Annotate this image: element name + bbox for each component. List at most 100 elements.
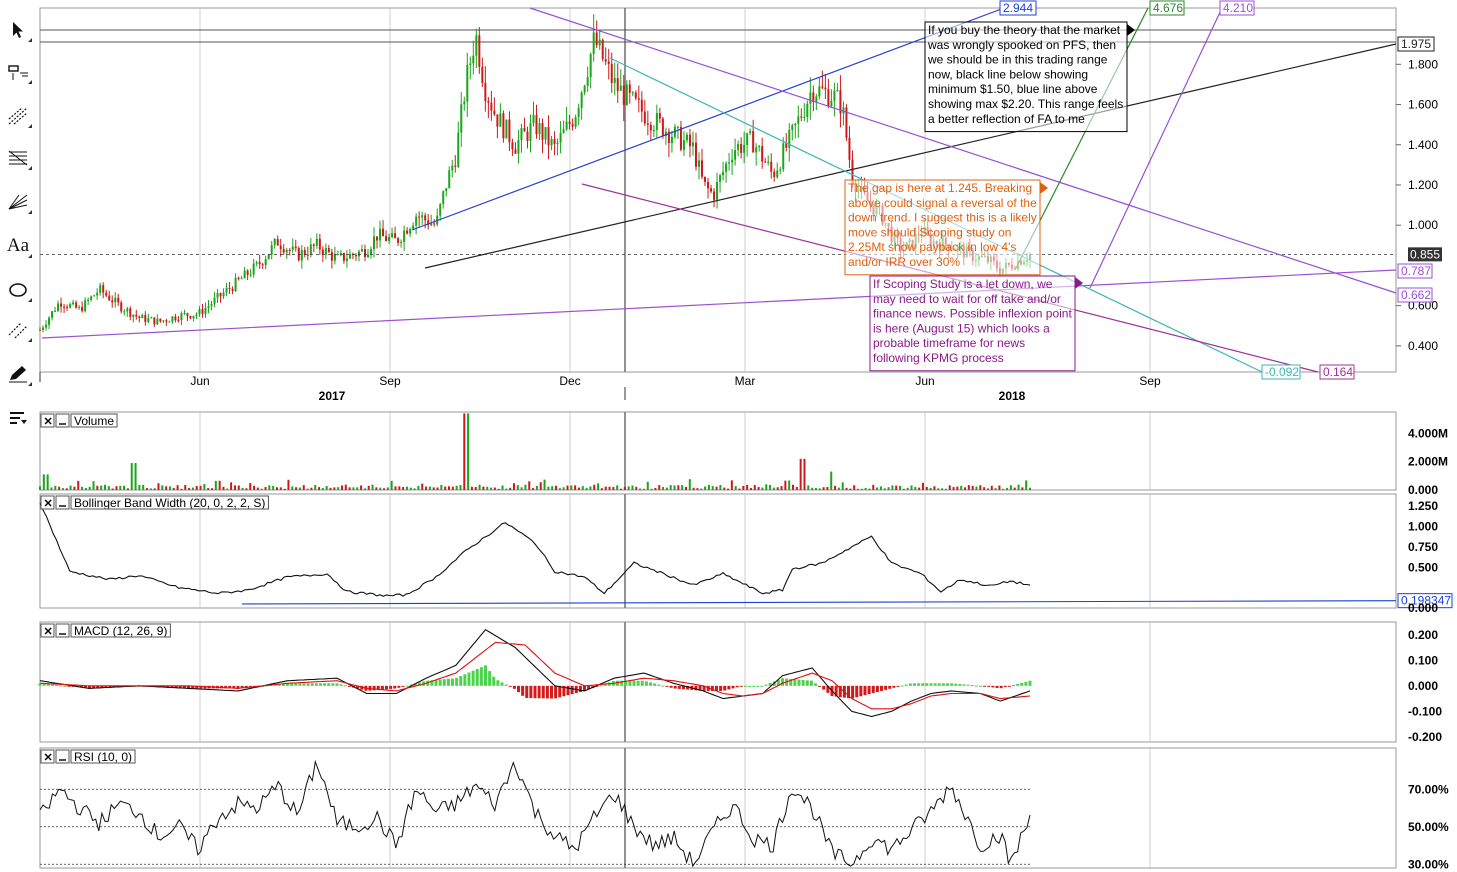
candle-body bbox=[640, 99, 643, 112]
price-tick-label: 1.400 bbox=[1408, 138, 1438, 152]
volume-bar bbox=[1021, 487, 1024, 490]
candle-body bbox=[397, 238, 400, 243]
candle-body bbox=[734, 150, 737, 160]
candle-body bbox=[613, 78, 616, 83]
macd-histogram-bar bbox=[735, 685, 739, 688]
candle-body bbox=[535, 114, 538, 135]
macd-histogram-bar bbox=[781, 678, 784, 686]
volume-bar bbox=[937, 488, 940, 490]
candle-body bbox=[243, 270, 246, 279]
volume-bar bbox=[142, 484, 145, 490]
candle-body bbox=[637, 98, 640, 100]
bbw-pane-minimize-button[interactable] bbox=[55, 495, 70, 510]
volume-bar bbox=[39, 486, 41, 490]
volume-bar bbox=[306, 488, 309, 490]
volume-bar bbox=[700, 488, 703, 490]
macd-histogram-bar bbox=[471, 670, 475, 686]
candle-body bbox=[619, 85, 622, 91]
bbw-tick-label: 1.000 bbox=[1408, 520, 1438, 534]
macd-histogram-bar bbox=[814, 683, 817, 686]
volume-bar bbox=[130, 463, 133, 490]
volume-bar bbox=[81, 486, 84, 490]
volume-bar bbox=[543, 479, 546, 490]
volume-bar bbox=[807, 485, 810, 490]
macd-histogram-bar bbox=[764, 684, 768, 686]
volume-bar bbox=[948, 485, 951, 490]
volume-bar bbox=[933, 486, 936, 490]
candle-body bbox=[123, 311, 126, 313]
candle-body bbox=[445, 188, 448, 192]
macd-histogram-bar bbox=[884, 685, 888, 690]
candle-body bbox=[643, 111, 646, 124]
macd-histogram-bar bbox=[451, 678, 454, 686]
macd-histogram-bar bbox=[966, 684, 970, 686]
candle-body bbox=[45, 324, 48, 328]
candle-body bbox=[312, 244, 315, 246]
candle-body bbox=[388, 237, 391, 241]
close-icon: ✕ bbox=[44, 626, 53, 638]
volume-bar bbox=[788, 480, 791, 490]
note-trading-range-line: minimum $1.50, blue line above bbox=[928, 82, 1098, 96]
candle-body bbox=[511, 142, 514, 150]
volume-bar bbox=[88, 486, 91, 490]
volume-pane-frame bbox=[39, 411, 1397, 491]
volume-bar bbox=[757, 486, 760, 490]
volume-bar bbox=[658, 485, 661, 490]
macd-histogram-bar bbox=[859, 685, 863, 697]
volume-bar bbox=[325, 486, 328, 490]
volume-bar bbox=[344, 484, 347, 490]
candle-body bbox=[691, 142, 694, 147]
macd-histogram-layer bbox=[38, 665, 1032, 699]
volume-bar bbox=[287, 479, 290, 490]
volume-bar bbox=[604, 486, 607, 490]
volume-bar bbox=[822, 487, 825, 490]
candle-body bbox=[270, 245, 273, 255]
volume-bar bbox=[180, 488, 183, 490]
macd-pane-minimize-button[interactable] bbox=[55, 623, 70, 638]
volume-bar bbox=[1013, 487, 1016, 490]
volume-bar bbox=[463, 413, 466, 490]
volume-bar bbox=[528, 481, 531, 490]
macd-histogram-bar bbox=[319, 683, 322, 686]
volume-bar bbox=[490, 487, 493, 490]
volume-bar bbox=[868, 488, 871, 490]
note-trading-range-line: we should be in this trading range bbox=[927, 53, 1108, 67]
volume-bar bbox=[512, 483, 515, 490]
candle-body bbox=[752, 131, 755, 153]
volume-bar bbox=[230, 482, 233, 490]
volume-bar bbox=[761, 487, 764, 490]
volume-bar bbox=[253, 485, 256, 490]
candle-body bbox=[81, 306, 84, 312]
candle-body bbox=[484, 82, 487, 102]
candle-body bbox=[731, 159, 734, 163]
volume-bar bbox=[921, 482, 924, 490]
volume-bar bbox=[191, 487, 194, 490]
candle-body bbox=[562, 129, 565, 134]
macd-histogram-bar bbox=[294, 683, 298, 686]
macd-histogram-bar bbox=[459, 676, 463, 686]
volume-bar bbox=[673, 485, 676, 490]
candle-body bbox=[604, 59, 607, 62]
macd-histogram-bar bbox=[508, 685, 512, 687]
macd-histogram-bar bbox=[917, 683, 921, 686]
volume-bar bbox=[627, 486, 630, 490]
candle-body bbox=[120, 302, 123, 312]
macd-histogram-bar bbox=[677, 685, 681, 689]
candle-body bbox=[385, 236, 388, 241]
bbw-support-line[interactable] bbox=[241, 600, 1397, 605]
price-tick-label: 1.800 bbox=[1408, 57, 1438, 71]
candle-body bbox=[357, 251, 360, 257]
volume-bar bbox=[115, 486, 118, 490]
purple-support-line[interactable] bbox=[41, 269, 1397, 339]
candle-body bbox=[424, 215, 427, 221]
candle-body bbox=[625, 84, 628, 105]
candle-body bbox=[652, 129, 655, 131]
candle-body bbox=[815, 96, 818, 103]
candle-body bbox=[147, 318, 150, 322]
volume-bar bbox=[505, 488, 508, 490]
rsi-pane-minimize-button[interactable] bbox=[55, 749, 70, 764]
volume-pane-minimize-button[interactable] bbox=[55, 413, 70, 428]
candle-body bbox=[547, 127, 550, 146]
macd-histogram-bar bbox=[1003, 685, 1007, 688]
volume-bar bbox=[914, 486, 917, 490]
